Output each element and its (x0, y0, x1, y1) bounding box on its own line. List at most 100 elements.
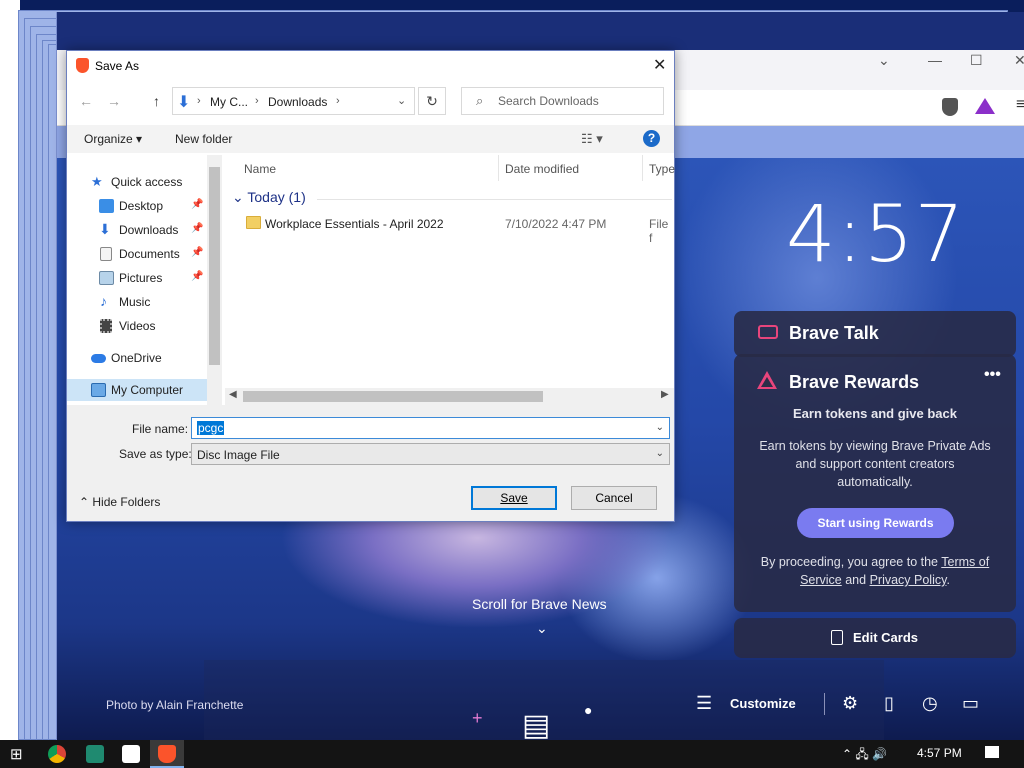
nav-item-documents[interactable]: Documents 📌 (67, 243, 207, 265)
nav-item-downloads[interactable]: ⬇ Downloads 📌 (67, 219, 207, 241)
nav-scrollbar[interactable] (207, 155, 222, 405)
scroll-right-icon[interactable]: ▶ (661, 389, 669, 400)
taskbar-clock[interactable]: 4:57 PM (917, 746, 962, 760)
view-options-icon[interactable]: ☷ ▾ (581, 131, 603, 147)
cancel-button[interactable]: Cancel (571, 486, 657, 510)
menu-icon[interactable]: ≡ (1016, 96, 1024, 114)
group-header-today[interactable]: ⌄ Today (1) (232, 189, 306, 206)
videos-icon (100, 319, 112, 333)
pin-icon: 📌 (191, 199, 204, 210)
star-icon: ★ (91, 174, 103, 189)
close-window-button[interactable]: ✕ (1014, 52, 1024, 69)
up-arrow-icon[interactable]: ↑ (153, 93, 160, 109)
scroll-left-icon[interactable]: ◀ (229, 389, 237, 400)
address-path[interactable]: ⬇ › My C... › Downloads › ⌄ (172, 87, 415, 115)
news-icon[interactable]: ▤ (522, 708, 550, 743)
chevron-down-icon[interactable]: ⌄ (536, 620, 548, 637)
notification-icon[interactable] (985, 746, 999, 758)
privacy-link[interactable]: Privacy Policy (870, 573, 947, 587)
minimize-button[interactable]: — (928, 52, 942, 68)
search-input[interactable]: Search Downloads (498, 94, 599, 108)
help-icon[interactable]: ? (643, 130, 660, 147)
save-type-select[interactable]: Disc Image File ⌄ (191, 443, 670, 465)
edit-cards-button[interactable]: Edit Cards (734, 618, 1016, 658)
legal-prefix: By proceeding, you agree to the (760, 555, 942, 569)
column-divider[interactable] (498, 155, 499, 181)
history-icon[interactable]: ◷ (922, 693, 938, 714)
new-folder-button[interactable]: New folder (175, 132, 232, 146)
save-type-value: Disc Image File (197, 448, 280, 462)
nav-item-videos[interactable]: Videos (67, 315, 207, 337)
edit-cards-label: Edit Cards (853, 630, 919, 645)
nav-item-my-computer[interactable]: My Computer (67, 379, 207, 401)
file-list-header: Name Date modified Type (237, 155, 675, 181)
search-box[interactable]: ⌕ Search Downloads (461, 87, 664, 115)
nav-item-label: Videos (119, 319, 156, 333)
file-name-input[interactable]: pcgc ⌄ (191, 417, 670, 439)
desktop-edge (0, 0, 20, 740)
nav-item-music[interactable]: ♪ Music (67, 291, 207, 313)
nav-item-pictures[interactable]: Pictures 📌 (67, 267, 207, 289)
nav-item-quick-access[interactable]: ★ Quick access (67, 171, 207, 193)
breadcrumb-mycomputer[interactable]: My C... (210, 95, 248, 109)
customize-button[interactable]: Customize (730, 696, 796, 711)
column-header-name[interactable]: Name (244, 162, 276, 176)
breadcrumb-downloads[interactable]: Downloads (268, 95, 327, 109)
chevron-down-icon[interactable]: ⌄ (878, 52, 890, 69)
file-name-value[interactable]: pcgc (197, 421, 225, 435)
chrome-icon[interactable] (48, 745, 66, 763)
nav-item-desktop[interactable]: Desktop 📌 (67, 195, 207, 217)
chevron-down-icon[interactable]: ⌄ (397, 94, 406, 107)
start-rewards-button[interactable]: Start using Rewards (797, 508, 954, 538)
brave-talk-card[interactable]: Brave Talk (734, 311, 1016, 357)
pin-icon: 📌 (191, 223, 204, 234)
breadcrumb-separator: › (197, 95, 201, 107)
scroll-thumb[interactable] (243, 391, 543, 402)
store-icon[interactable] (122, 745, 140, 763)
windows-start-icon[interactable]: ⊞ (10, 745, 28, 763)
back-arrow-icon[interactable]: ← (79, 93, 93, 109)
nav-item-label: Pictures (119, 271, 163, 285)
dot-icon: ● (584, 702, 593, 718)
computer-icon (91, 383, 106, 397)
chevron-down-icon[interactable]: ⌄ (656, 422, 664, 433)
brave-rewards-icon (757, 371, 777, 389)
nav-item-label: My Computer (111, 383, 184, 397)
maximize-button[interactable]: ☐ (970, 52, 983, 69)
app-icon[interactable] (86, 745, 104, 763)
column-header-type[interactable]: Type (649, 162, 675, 176)
nav-item-onedrive[interactable]: OneDrive (67, 347, 207, 369)
refresh-button[interactable]: ↻ (418, 87, 446, 115)
photo-credit-prefix: Photo by (106, 698, 157, 712)
clock: 4:57 (786, 190, 966, 280)
brave-rewards-icon[interactable] (975, 98, 995, 114)
nav-item-label: Quick access (111, 175, 183, 189)
video-camera-icon[interactable]: ▭ (962, 693, 979, 714)
photo-credit-name[interactable]: Alain Franchette (156, 698, 243, 712)
scroll-thumb[interactable] (209, 167, 220, 365)
file-name-label: File name: (132, 422, 189, 436)
rewards-more-menu[interactable]: ••• (984, 366, 1001, 384)
chevron-down-icon[interactable]: ⌄ (656, 448, 664, 459)
brave-shields-icon[interactable] (942, 98, 958, 116)
hide-folders-button[interactable]: ⌃ Hide Folders (79, 495, 160, 509)
desktop-icon (99, 199, 114, 213)
sliders-icon[interactable]: ☰ (696, 693, 712, 714)
bookmark-icon[interactable]: ▯ (884, 693, 894, 714)
nav-item-label: Music (119, 295, 151, 309)
horizontal-scrollbar[interactable]: ◀ ▶ (225, 388, 674, 405)
gear-icon[interactable]: ⚙ (842, 693, 858, 714)
group-divider (317, 199, 672, 200)
save-button[interactable]: Save (471, 486, 557, 510)
system-tray-icons[interactable]: ⌃ 🖧 🔊 (842, 745, 887, 766)
file-row[interactable]: Workplace Essentials - April 2022 7/10/2… (242, 213, 674, 245)
column-header-date[interactable]: Date modified (505, 162, 579, 176)
close-icon[interactable]: ✕ (653, 55, 666, 75)
column-divider[interactable] (642, 155, 643, 181)
download-icon: ⬇ (99, 221, 111, 237)
forward-arrow-icon[interactable]: → (107, 93, 121, 109)
taskbar-active-brave[interactable] (150, 740, 184, 768)
organize-button[interactable]: Organize ▾ (84, 132, 142, 146)
scroll-news-label[interactable]: Scroll for Brave News (472, 596, 607, 612)
rewards-title: Brave Rewards (789, 372, 920, 392)
